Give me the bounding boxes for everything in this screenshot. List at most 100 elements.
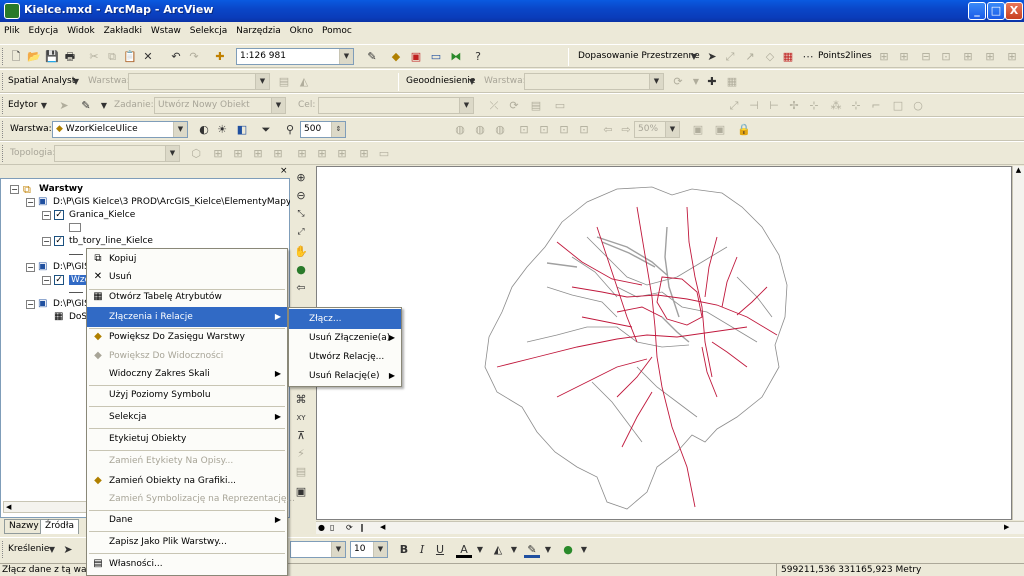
scroll-up-icon[interactable]: ▲ (1013, 166, 1024, 174)
link-table-icon[interactable]: ▦ (780, 49, 796, 65)
layout-view-icon[interactable]: ▯ (330, 523, 334, 532)
toolbox-icon[interactable]: ▣ (408, 49, 424, 65)
rectangle-icon[interactable]: □ (890, 98, 906, 114)
menu-zakladki[interactable]: Zakładki (100, 22, 144, 36)
chevron-down-icon[interactable]: ▼ (506, 542, 522, 558)
menu-item-open-attribute-table[interactable]: ▦ Otwórz Tabelę Atrybutów (87, 287, 287, 307)
advanced-edit-icon[interactable]: ⌐ (868, 98, 884, 114)
symbol-swatch[interactable] (69, 292, 83, 293)
menu-okno[interactable]: Okno (286, 22, 316, 36)
submenu-item-remove-joins[interactable]: Usuń Złączenie(a) ▶ (289, 328, 401, 348)
collapse-icon[interactable]: − (42, 237, 51, 246)
zoom-out-icon[interactable]: ⊖ (293, 188, 309, 204)
collapse-icon[interactable]: − (42, 276, 51, 285)
map-tool-icon[interactable]: ⇦ (600, 122, 616, 138)
topology-tool-icon[interactable]: ⬡ (188, 146, 204, 162)
delete-icon[interactable]: ✕ (140, 49, 156, 65)
layer-visibility-checkbox[interactable]: ✓ (54, 210, 64, 220)
whats-this-icon[interactable]: ? (470, 49, 486, 65)
zoom-percent-combo[interactable]: 50% ▼ (634, 121, 680, 138)
menu-item-save-as-layer-file[interactable]: Zapisz Jako Plik Warstwy... (87, 532, 287, 552)
topology-tool-icon[interactable]: ⊞ (356, 146, 372, 162)
topology-tool-icon[interactable]: ⊞ (270, 146, 286, 162)
sketch-tool-icon[interactable]: ✎ (78, 98, 94, 114)
full-extent-icon[interactable]: ● (293, 262, 309, 278)
grid-tool-icon[interactable]: ⊡ (938, 49, 954, 65)
rotate-tool-icon[interactable]: ⟳ (506, 98, 522, 114)
toc-group[interactable]: D:\P\GIS (53, 299, 90, 309)
symbol-swatch[interactable] (69, 254, 83, 255)
select-pointer-icon[interactable]: ➤ (704, 49, 720, 65)
close-button[interactable]: X (1005, 2, 1023, 20)
map-scale-combo[interactable]: 1:126 981 ▼ (236, 48, 354, 65)
map-tool-icon[interactable]: ◍ (452, 122, 468, 138)
menu-selekcja[interactable]: Selekcja (186, 22, 229, 36)
new-displacement-icon[interactable]: ⤢ (722, 49, 738, 65)
menu-wstaw[interactable]: Wstaw (147, 22, 183, 36)
data-view-icon[interactable]: ● (318, 523, 325, 532)
target-combo[interactable]: ▼ (318, 97, 474, 114)
toc-layer[interactable]: tb_tory_line_Kielce (69, 236, 153, 246)
edit-tool-icon[interactable]: ➤ (56, 98, 72, 114)
chevron-down-icon[interactable]: ▼ (96, 98, 112, 114)
map-tool-icon[interactable]: ◍ (492, 122, 508, 138)
measure-icon[interactable]: ⊼ (293, 428, 309, 444)
chevron-down-icon[interactable]: ▼ (686, 49, 702, 65)
close-icon[interactable]: × (280, 166, 288, 176)
grid-tool-icon[interactable]: ⊞ (960, 49, 976, 65)
points2lines-icon[interactable]: ⋯ (800, 49, 816, 65)
task-combo[interactable]: Utwórz Nowy Obiekt ▼ (154, 97, 286, 114)
find-binoculars-icon[interactable]: ⌘ (293, 392, 309, 408)
menu-item-label-features[interactable]: Etykietuj Obiekty (87, 429, 287, 449)
collapse-icon[interactable]: − (10, 185, 19, 194)
identity-link-icon[interactable]: ◇ (762, 49, 778, 65)
symbol-swatch[interactable] (69, 223, 81, 232)
map-vertical-scrollbar[interactable]: ▲ (1012, 166, 1024, 520)
layer-visibility-checkbox[interactable]: ✓ (54, 236, 64, 246)
toolbar-grip[interactable] (2, 73, 5, 90)
create-viewer-icon[interactable]: ▣ (293, 484, 309, 500)
flicker-rate-field[interactable]: 500 ⇕ (300, 121, 346, 138)
toc-group[interactable]: D:\P\GIS (53, 262, 90, 272)
rotate-icon[interactable]: ⟳ (670, 74, 686, 90)
spatial-analyst-menu[interactable]: Spatial Analyst (8, 76, 75, 86)
collapse-icon[interactable]: − (26, 263, 35, 272)
add-control-points-icon[interactable]: ✚ (704, 74, 720, 90)
layer-visibility-checkbox[interactable]: ✓ (54, 275, 64, 285)
italic-icon[interactable]: I (414, 542, 430, 558)
menu-item-properties[interactable]: ▤ Własności... (87, 554, 287, 574)
flicker-icon[interactable]: ⚲ (282, 122, 298, 138)
grid-tool-icon[interactable]: ⊞ (1004, 49, 1020, 65)
menu-item-zoom-to-visible[interactable]: ◆ Powiększ Do Widoczności (87, 346, 287, 366)
menu-item-use-symbol-levels[interactable]: Użyj Poziomy Symbolu (87, 385, 287, 405)
menu-item-zoom-to-layer[interactable]: ◆ Powiększ Do Zasięgu Warstwy (87, 327, 287, 347)
brightness-icon[interactable]: ☀ (214, 122, 230, 138)
command-line-icon[interactable]: ▭ (428, 49, 444, 65)
map-tool-icon[interactable]: ⊡ (516, 122, 532, 138)
topology-tool-icon[interactable]: ⊞ (250, 146, 266, 162)
advanced-edit-icon[interactable]: ⊹ (848, 98, 864, 114)
menu-item-copy[interactable]: ⧉ Kopiuj (87, 249, 287, 269)
advanced-edit-icon[interactable]: ⁂ (828, 98, 844, 114)
view-link-table-icon[interactable]: ▦ (724, 74, 740, 90)
topology-tool-icon[interactable]: ▭ (376, 146, 392, 162)
menu-item-joins-and-relates[interactable]: Złączenia i Relacje ▶ (87, 307, 287, 327)
underline-icon[interactable]: U (432, 542, 448, 558)
chevron-down-icon[interactable]: ▼ (36, 98, 52, 114)
collapse-icon[interactable]: − (26, 300, 35, 309)
editor-menu[interactable]: Edytor (8, 100, 37, 110)
chevron-down-icon[interactable]: ▼ (540, 542, 556, 558)
advanced-edit-icon[interactable]: ✢ (786, 98, 802, 114)
menu-item-convert-features-to-graphics[interactable]: ◆ Zamień Obiekty na Grafiki... (87, 471, 287, 491)
topology-combo[interactable]: ▼ (54, 145, 180, 162)
submenu-item-join[interactable]: Złącz... (289, 309, 401, 329)
zoom-in-icon[interactable]: ⊕ (293, 170, 309, 186)
menu-item-convert-labels[interactable]: Zamień Etykiety Na Opisy... (87, 451, 287, 471)
undo-icon[interactable]: ↶ (168, 49, 184, 65)
new-document-icon[interactable]: 🗋 (8, 49, 24, 65)
advanced-edit-icon[interactable]: ⊣ (746, 98, 762, 114)
menu-item-visible-scale-range[interactable]: Widoczny Zakres Skali ▶ (87, 364, 287, 384)
topology-tool-icon[interactable]: ⊞ (230, 146, 246, 162)
minimize-button[interactable]: _ (968, 2, 986, 20)
menu-pomoc[interactable]: Pomoc (318, 22, 354, 36)
